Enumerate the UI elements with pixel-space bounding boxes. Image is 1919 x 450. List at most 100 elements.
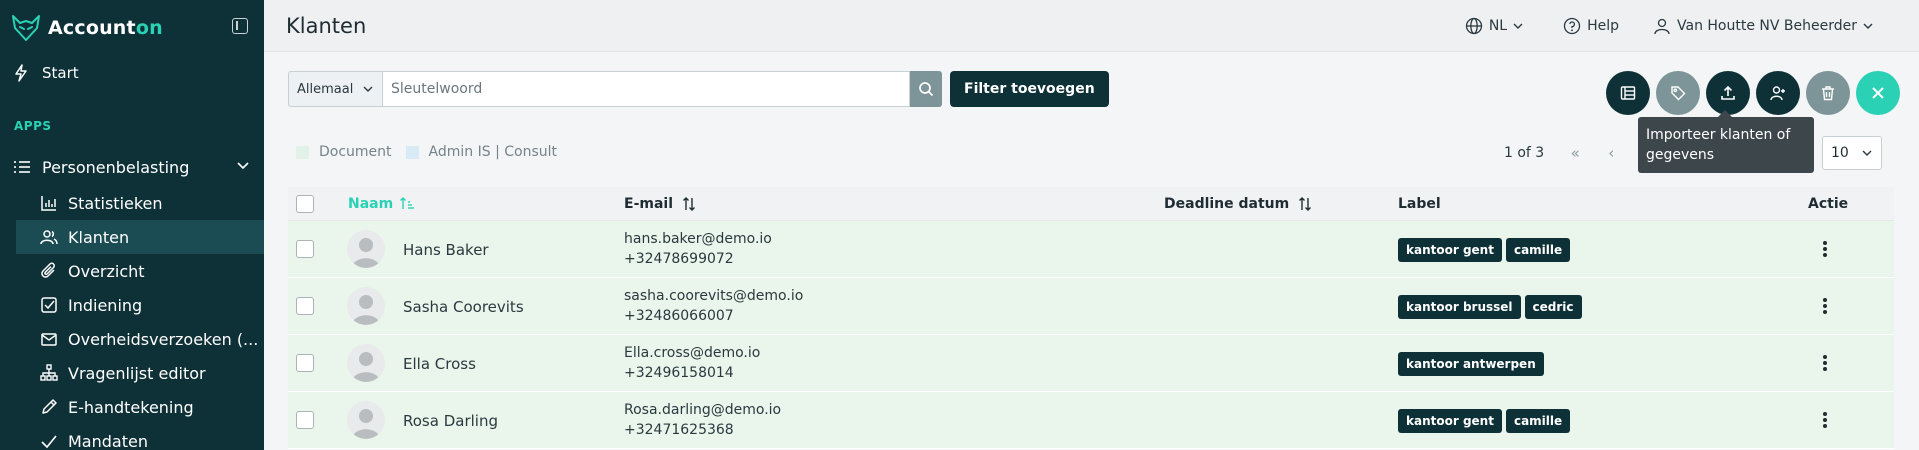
client-name[interactable]: Ella Cross <box>403 335 476 392</box>
chevron-down-icon <box>237 162 249 170</box>
sitemap-icon <box>40 364 58 381</box>
tag-button[interactable] <box>1656 71 1700 115</box>
users-icon <box>40 230 58 245</box>
avatar <box>347 230 385 268</box>
row-checkbox[interactable] <box>296 411 314 429</box>
nav-group-personenbelasting[interactable]: Personenbelasting <box>14 154 250 180</box>
top-right-menu: NL Help Van Houtte NV Beheerder <box>1465 0 1919 52</box>
label-badge: kantoor antwerpen <box>1398 352 1544 376</box>
table-row[interactable]: Ella Cross Ella.cross@demo.io +324961580… <box>288 335 1894 392</box>
client-name[interactable]: Hans Baker <box>403 221 489 278</box>
row-checkbox[interactable] <box>296 297 314 315</box>
sidebar: Accounton Start APPS Personenbelasting S… <box>0 0 264 450</box>
label-badge: cedric <box>1524 295 1582 319</box>
column-header-email[interactable]: E-mail <box>624 187 697 221</box>
table-header: Naam E-mail Deadline datum Label Actie <box>288 187 1894 221</box>
tag-icon <box>1671 86 1686 101</box>
sidebar-item-overheidsverzoeken[interactable]: Overheidsverzoeken (... <box>16 322 264 356</box>
first-page-button[interactable]: « <box>1566 144 1584 162</box>
client-email: hans.baker@demo.io <box>624 231 772 247</box>
search-button[interactable] <box>910 71 942 107</box>
row-color-legend: Document Admin IS | Consult <box>296 144 571 160</box>
user-menu[interactable]: Van Houtte NV Beheerder <box>1653 17 1879 35</box>
list-icon <box>14 161 30 173</box>
chevron-down-icon <box>1513 23 1523 29</box>
page-title: Klanten <box>286 14 367 38</box>
user-name: Van Houtte NV Beheerder <box>1677 18 1857 34</box>
apps-section-label: APPS <box>14 119 52 133</box>
row-actions-icon[interactable] <box>1823 239 1827 259</box>
check-square-icon <box>41 297 57 313</box>
upload-icon <box>1721 85 1735 100</box>
language-selector[interactable]: NL <box>1465 17 1529 35</box>
column-view-button[interactable] <box>1606 71 1650 115</box>
nav-start-label: Start <box>42 64 79 82</box>
client-email: Ella.cross@demo.io <box>624 345 761 361</box>
client-name[interactable]: Rosa Darling <box>403 392 498 449</box>
sidebar-item-overzicht[interactable]: Overzicht <box>16 254 264 288</box>
row-actions-icon[interactable] <box>1823 410 1827 430</box>
row-checkbox[interactable] <box>296 240 314 258</box>
table-columns-icon <box>1620 86 1636 100</box>
sort-icon <box>1299 197 1312 211</box>
sidebar-item-indiening[interactable]: Indiening <box>16 288 264 322</box>
table-row[interactable]: Hans Baker hans.baker@demo.io +324786990… <box>288 221 1894 278</box>
select-all-checkbox[interactable] <box>296 195 314 213</box>
nav-start[interactable]: Start <box>14 60 79 86</box>
help-link[interactable]: Help <box>1563 17 1619 35</box>
chevron-down-icon <box>1863 23 1873 29</box>
pagination: 1 of 3 « ‹ <box>1504 136 1638 170</box>
globe-icon <box>1465 17 1482 35</box>
row-actions-icon[interactable] <box>1823 296 1827 316</box>
import-button[interactable] <box>1706 71 1750 115</box>
user-plus-icon <box>1770 86 1785 101</box>
label-badge: kantoor gent <box>1398 409 1502 433</box>
client-email: Rosa.darling@demo.io <box>624 402 782 418</box>
row-checkbox[interactable] <box>296 354 314 372</box>
mail-icon <box>41 333 57 346</box>
client-phone: +32471625368 <box>624 422 734 438</box>
search-bar: Allemaal Filter toevoegen <box>288 71 1109 107</box>
avatar <box>347 287 385 325</box>
client-email: sasha.coorevits@demo.io <box>624 288 804 304</box>
client-name[interactable]: Sasha Coorevits <box>403 278 524 335</box>
clients-table: Naam E-mail Deadline datum Label Actie H… <box>288 187 1894 449</box>
row-actions-icon[interactable] <box>1823 353 1827 373</box>
column-header-name[interactable]: Naam <box>348 187 415 221</box>
bar-chart-icon <box>41 196 56 211</box>
scope-select-value: Allemaal <box>297 81 354 97</box>
nav-group-label: Personenbelasting <box>42 157 190 177</box>
paperclip-icon <box>41 262 55 278</box>
collapse-sidebar-icon[interactable] <box>232 18 248 34</box>
trash-icon <box>1822 86 1834 101</box>
search-input[interactable] <box>382 71 910 107</box>
sidebar-item-klanten[interactable]: Klanten <box>16 220 264 254</box>
avatar <box>347 344 385 382</box>
table-row[interactable]: Sasha Coorevits sasha.coorevits@demo.io … <box>288 278 1894 335</box>
close-button[interactable] <box>1856 71 1900 115</box>
client-phone: +32478699072 <box>624 251 734 267</box>
legend-swatch-document <box>296 145 309 159</box>
prev-page-button[interactable]: ‹ <box>1602 144 1620 162</box>
main-content: Allemaal Filter toevoegen Importeer klan… <box>264 52 1919 450</box>
table-row[interactable]: Rosa Darling Rosa.darling@demo.io +32471… <box>288 392 1894 449</box>
brand[interactable]: Accounton <box>10 10 163 46</box>
client-phone: +32496158014 <box>624 365 734 381</box>
import-tooltip: Importeer klanten of gegevens <box>1638 110 1814 173</box>
label-badge: kantoor brussel <box>1398 295 1521 319</box>
delete-button[interactable] <box>1806 71 1850 115</box>
column-header-deadline[interactable]: Deadline datum <box>1164 187 1313 221</box>
sidebar-item-statistieken[interactable]: Statistieken <box>16 186 264 220</box>
sidebar-item-vragenlijst-editor[interactable]: Vragenlijst editor <box>16 356 264 390</box>
column-header-label: Label <box>1398 196 1441 212</box>
nav-sub-list: Statistieken Klanten Overzicht Indiening… <box>16 186 264 450</box>
scope-select[interactable]: Allemaal <box>288 71 382 107</box>
add-user-button[interactable] <box>1756 71 1800 115</box>
sidebar-item-e-handtekening[interactable]: E-handtekening <box>16 390 264 424</box>
add-filter-button[interactable]: Filter toevoegen <box>950 71 1109 107</box>
legend-document: Document <box>296 144 392 160</box>
label-badge: kantoor gent <box>1398 238 1502 262</box>
sort-ascending-icon <box>400 197 415 209</box>
sidebar-item-mandaten[interactable]: Mandaten <box>16 424 264 450</box>
page-size-select[interactable]: 10 <box>1822 136 1882 170</box>
